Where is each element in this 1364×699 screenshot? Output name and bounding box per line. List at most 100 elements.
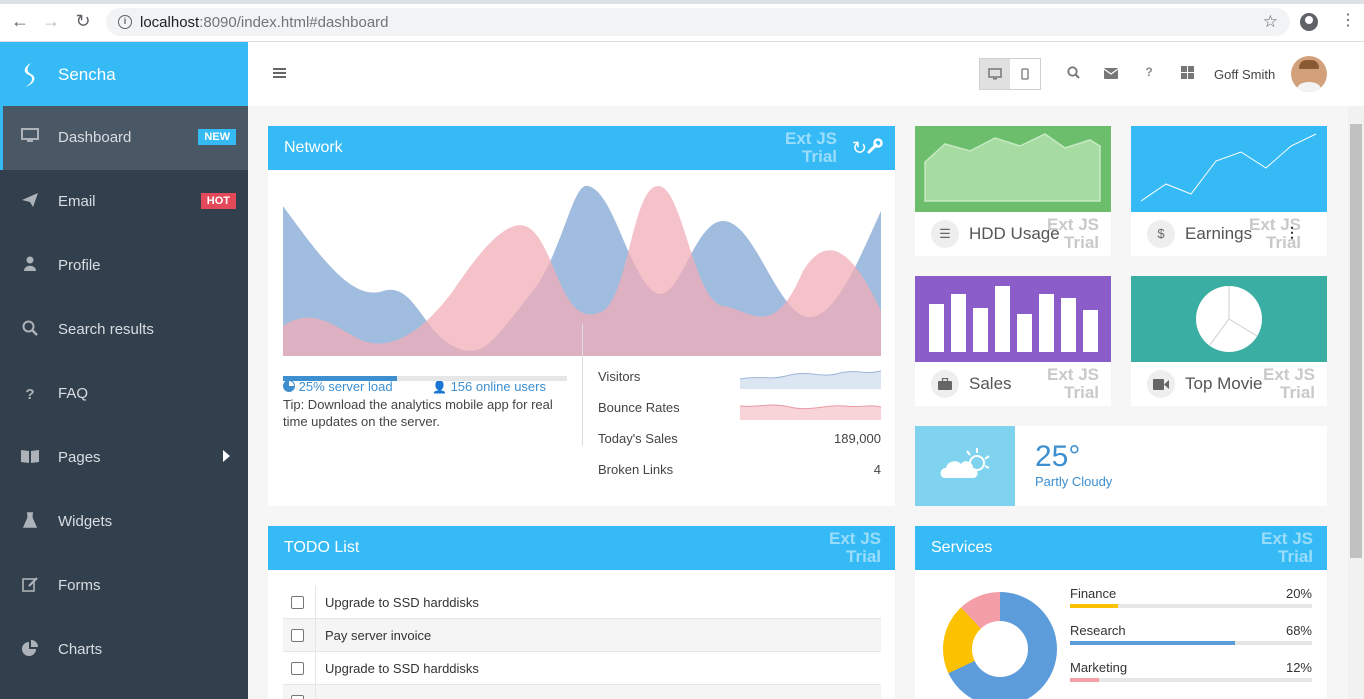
divider (315, 586, 316, 619)
tile-label: Sales (969, 374, 1012, 393)
scrollbar-thumb[interactable] (1350, 124, 1362, 558)
todo-panel: TODO List Ext JS Trial Upgrade to SSD har… (268, 526, 895, 699)
metric-label: Today's Sales (598, 431, 678, 446)
service-name: Marketing (1070, 660, 1128, 675)
service-percent: 20% (1285, 586, 1312, 601)
sidebar-item-label: Forms (58, 577, 101, 594)
forward-icon[interactable]: → (42, 12, 60, 30)
search-icon[interactable] (1064, 66, 1082, 82)
mobile-view-button[interactable] (1010, 59, 1040, 89)
services-donut-chart (943, 592, 1057, 699)
sidebar-item-dashboard[interactable]: Dashboard NEW (0, 106, 248, 170)
earnings-chart (1131, 126, 1327, 212)
services-panel: Services Ext JS Trial Finance 20% Research 6… (915, 526, 1327, 699)
todo-checkbox[interactable] (291, 596, 304, 609)
url-path: :8090/index.html#dashboard (199, 14, 389, 31)
todo-checkbox[interactable] (291, 695, 304, 699)
view-mode-toggle (979, 58, 1041, 90)
bounce-rates-sparkline (740, 404, 881, 420)
hdd-usage-footer: ☰ HDD Usage Ext JS Trial (915, 212, 1111, 256)
ext-js-trial-watermark: Ext JS Trial (829, 530, 881, 566)
metric-label: Visitors (598, 369, 641, 384)
sidebar-item-label: FAQ (58, 385, 89, 402)
menu-toggle-icon[interactable] (273, 68, 286, 70)
sidebar-item-email[interactable]: Email HOT (0, 170, 248, 234)
todo-panel-header: TODO List Ext JS Trial (268, 526, 895, 570)
visitors-sparkline (740, 370, 881, 389)
video-camera-icon (1147, 370, 1175, 398)
service-row: Research 68% (1070, 623, 1312, 653)
earnings-tile[interactable]: $ Earnings Ext JS Trial ⋮ (1131, 126, 1327, 256)
weather-widget: 25° Partly Cloudy (915, 426, 1327, 506)
divider (315, 685, 316, 699)
envelope-icon[interactable] (1102, 66, 1120, 82)
todo-item-text: Upgrade to SSD harddisks (325, 661, 479, 676)
sidebar-item-pages[interactable]: Pages (0, 426, 248, 490)
tile-label: Top Movie (1185, 374, 1263, 393)
metric-row-broken-links: Broken Links 4 (598, 462, 881, 482)
brand-header[interactable]: Sencha (0, 42, 248, 106)
top-movie-tile[interactable]: Top Movie Ext JS Trial (1131, 276, 1327, 406)
sidebar-item-search-results[interactable]: Search results (0, 298, 248, 362)
monitor-icon (988, 68, 1002, 80)
refresh-icon[interactable]: ↻ (852, 138, 867, 159)
brand-name: Sencha (58, 65, 116, 84)
reload-icon[interactable]: ↻ (74, 12, 92, 30)
book-icon (20, 448, 40, 468)
search-icon (20, 320, 40, 340)
ext-js-trial-watermark: Ext JS Trial (1047, 216, 1099, 252)
sales-chart (915, 276, 1111, 362)
sidebar-item-label: Dashboard (58, 129, 132, 146)
submenu-arrow-icon (223, 450, 230, 462)
metric-label: Broken Links (598, 462, 674, 477)
trial-line1: Ext JS (1261, 529, 1313, 548)
todo-item (283, 685, 881, 699)
service-name: Research (1070, 623, 1126, 638)
browser-menu-icon[interactable]: ⋮ (1340, 12, 1356, 30)
info-icon[interactable]: i (118, 15, 132, 29)
sidebar-item-forms[interactable]: Forms (0, 554, 248, 618)
edit-icon (20, 576, 40, 596)
desktop-view-button[interactable] (980, 59, 1010, 89)
user-name[interactable]: Goff Smith (1214, 67, 1275, 82)
bookmark-star-icon[interactable]: ☆ (1263, 12, 1278, 32)
wrench-icon[interactable] (867, 138, 883, 157)
top-movie-chart (1131, 276, 1327, 362)
page-scrollbar[interactable] (1348, 106, 1364, 699)
services-panel-header: Services Ext JS Trial (915, 526, 1327, 570)
earnings-footer: $ Earnings Ext JS Trial ⋮ (1131, 212, 1327, 256)
browser-toolbar: ← → ↻ i localhost:8090/index.html#dashbo… (0, 0, 1364, 42)
more-options-icon[interactable]: ⋮ (1285, 224, 1299, 241)
sidebar-item-label: Profile (58, 257, 101, 274)
online-users-stat: 👤 156 online users (432, 379, 546, 394)
briefcase-icon (931, 370, 959, 398)
account-icon[interactable] (1300, 13, 1318, 31)
service-name: Finance (1070, 586, 1117, 601)
divider (315, 619, 316, 652)
service-progress (1070, 678, 1312, 682)
help-icon[interactable]: ? (1140, 65, 1158, 79)
sidebar-item-faq[interactable]: ? FAQ (0, 362, 248, 426)
donut-hole (972, 621, 1028, 677)
hdd-usage-tile[interactable]: ☰ HDD Usage Ext JS Trial (915, 126, 1111, 256)
user-icon (20, 256, 40, 276)
trial-line2: Trial (1064, 383, 1099, 402)
trial-line1: Ext JS (829, 529, 881, 548)
user-avatar[interactable] (1291, 56, 1327, 92)
server-load-progress-fill (283, 376, 397, 381)
user-icon: 👤 (432, 380, 447, 394)
back-icon[interactable]: ← (11, 12, 29, 30)
ext-js-trial-watermark: Ext JS Trial (1047, 366, 1099, 402)
todo-checkbox[interactable] (291, 629, 304, 642)
service-row: Marketing 12% (1070, 660, 1312, 690)
todo-item: Pay server invoice (283, 619, 881, 652)
sales-tile[interactable]: Sales Ext JS Trial (915, 276, 1111, 406)
sidebar-item-widgets[interactable]: Widgets (0, 490, 248, 554)
todo-checkbox[interactable] (291, 662, 304, 675)
sidebar-item-profile[interactable]: Profile (0, 234, 248, 298)
address-bar[interactable]: i localhost:8090/index.html#dashboard ☆ (106, 8, 1290, 36)
trial-line1: Ext JS (1047, 365, 1099, 384)
url-text[interactable]: localhost:8090/index.html#dashboard (140, 14, 389, 31)
grid-icon[interactable] (1178, 66, 1196, 82)
sidebar-item-charts[interactable]: Charts (0, 618, 248, 682)
